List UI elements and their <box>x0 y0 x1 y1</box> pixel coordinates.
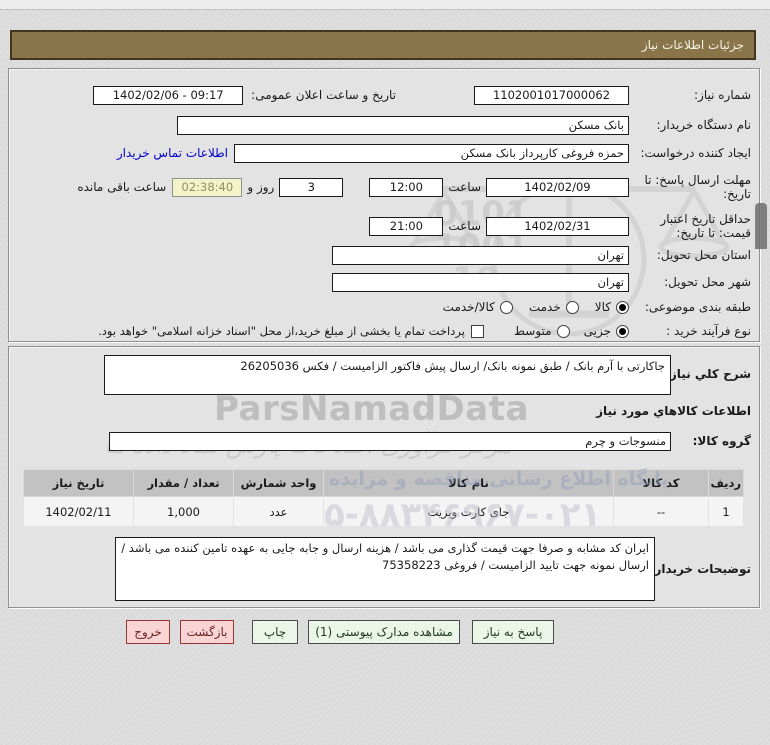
col-goods-name: نام کالا <box>323 469 614 497</box>
exit-button[interactable]: خروج <box>126 620 170 644</box>
button-row: خروج بازگشت چاپ مشاهده مدارک پیوستی (1) … <box>0 620 770 646</box>
radio-goods-label: کالا <box>594 300 611 314</box>
reply-deadline-time-field[interactable]: 12:00 <box>369 177 444 197</box>
back-button[interactable]: بازگشت <box>180 620 234 644</box>
goods-table-wrap: ردیف کد کالا نام کالا واحد شمارش تعداد /… <box>23 469 744 527</box>
radio-service-label: خدمت <box>528 300 561 314</box>
page: { "title": "جزئیات اطلاعات نیاز", "field… <box>0 0 770 745</box>
watermark-brand: ParsNamadData <box>214 389 529 429</box>
cell-row-index: 1 <box>708 496 744 527</box>
province-field[interactable]: تهران <box>332 245 629 265</box>
buyer-org-label: نام دستگاه خریدار: <box>656 117 752 132</box>
need-description-label: شرح کلي نیاز: <box>665 367 751 381</box>
buyer-contact-link[interactable]: اطلاعات تماس خریدار <box>117 146 228 160</box>
page-title: جزئیات اطلاعات نیاز <box>10 30 756 60</box>
city-field[interactable]: تهران <box>332 272 629 292</box>
top-strip <box>0 0 770 9</box>
announce-datetime-label: تاریخ و ساعت اعلان عمومی: <box>251 88 396 102</box>
price-validity-hour-label: ساعت <box>448 219 481 233</box>
reply-deadline-date-field[interactable]: 1402/02/09 <box>486 177 629 197</box>
price-validity-date-field[interactable]: 1402/02/31 <box>486 216 629 236</box>
hours-remaining-label: ساعت باقی مانده <box>77 180 167 194</box>
request-creator-label: ایجاد کننده درخواست: <box>640 145 751 160</box>
col-need-date: تاریخ نیاز <box>23 469 134 497</box>
goods-group-label: گروه کالا: <box>692 434 751 448</box>
goods-group-field[interactable]: منسوجات و چرم <box>109 431 671 451</box>
radio-service[interactable] <box>565 300 579 314</box>
treasury-payment-label: پرداخت تمام یا بخشی از مبلغ خرید،از محل … <box>98 324 465 338</box>
need-number-label: شماره نیاز: <box>694 87 751 102</box>
radio-minor-label: جزیی <box>583 324 611 338</box>
cell-need-date: 1402/02/11 <box>23 496 134 527</box>
countdown-timer: 02:38:40 <box>172 177 243 197</box>
price-validity-label: حداقل تاریخ اعتبار قیمت: تا تاریخ: <box>660 211 751 240</box>
table-row: 1 -- جای کارت ویزیت عدد 1,000 1402/02/11 <box>23 496 744 527</box>
reply-deadline-label: مهلت ارسال پاسخ: تا تاریخ: <box>644 172 751 201</box>
price-validity-time-field[interactable]: 21:00 <box>369 216 444 236</box>
cell-quantity: 1,000 <box>133 496 234 527</box>
watermark-pillar <box>755 203 767 249</box>
request-creator-field[interactable]: حمزه فروغی کارپرداز بانک مسکن <box>234 143 629 163</box>
process-type-label: نوع فرآیند خرید : <box>666 323 751 338</box>
radio-goods-service-label: کالا/خدمت <box>442 300 495 314</box>
goods-table: ردیف کد کالا نام کالا واحد شمارش تعداد /… <box>23 469 744 527</box>
goods-info-panel: ParsNamadData مرکز فرآوری اطلاعات پارس ن… <box>8 346 760 608</box>
col-row-index: ردیف <box>708 469 744 497</box>
radio-goods[interactable] <box>616 300 629 314</box>
city-label: شهر محل تحویل: <box>664 274 751 289</box>
buyer-org-field[interactable]: بانک مسکن <box>177 115 629 135</box>
remaining-days-field[interactable]: 3 <box>279 177 344 197</box>
buyer-notes-label: توضیحات خریدار: <box>649 562 751 576</box>
need-description-field[interactable]: جاکارتی با آرم بانک / طبق نمونه بانک/ ار… <box>104 355 671 395</box>
col-unit: واحد شمارش <box>233 469 324 497</box>
radio-minor[interactable] <box>616 324 629 338</box>
goods-section-heading: اطلاعات کالاهاي مورد نیاز <box>596 404 751 418</box>
buyer-notes-field[interactable]: ایران کد مشابه و صرفا جهت قیمت گذاری می … <box>115 537 655 601</box>
page-title-text: جزئیات اطلاعات نیاز <box>641 38 744 52</box>
need-info-panel: 0101 1001 10 شماره نیاز: 110200101700006… <box>8 68 767 342</box>
cell-goods-name: جای کارت ویزیت <box>323 496 614 527</box>
need-number-field[interactable]: 1102001017000062 <box>474 85 629 105</box>
print-button[interactable]: چاپ <box>252 620 298 644</box>
days-and-label: روز و <box>247 180 275 194</box>
radio-medium-label: متوسط <box>513 324 552 338</box>
classification-label: طبقه بندی موضوعی: <box>644 299 751 314</box>
reply-deadline-hour-label: ساعت <box>448 180 481 194</box>
col-goods-code: کد کالا <box>613 469 709 497</box>
cell-goods-code: -- <box>613 496 709 527</box>
view-attachments-button[interactable]: مشاهده مدارک پیوستی (1) <box>308 620 460 644</box>
radio-medium[interactable] <box>556 324 570 338</box>
reply-to-need-button[interactable]: پاسخ به نیاز <box>472 620 554 644</box>
top-dotted-divider <box>0 9 770 10</box>
cell-unit: عدد <box>233 496 324 527</box>
goods-table-header-row: ردیف کد کالا نام کالا واحد شمارش تعداد /… <box>23 469 744 497</box>
announce-datetime-field[interactable]: 1402/02/06 - 09:17 <box>93 85 244 105</box>
col-quantity: تعداد / مقدار <box>133 469 234 497</box>
province-label: استان محل تحویل: <box>656 247 751 262</box>
treasury-payment-checkbox[interactable] <box>470 324 484 338</box>
radio-goods-service[interactable] <box>499 300 513 314</box>
